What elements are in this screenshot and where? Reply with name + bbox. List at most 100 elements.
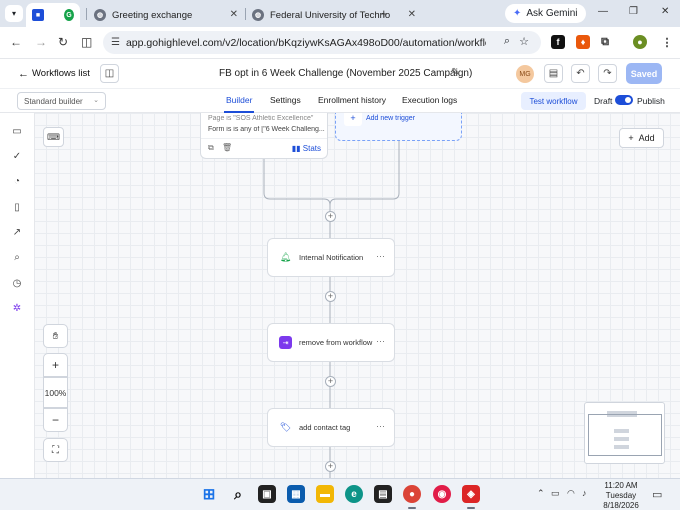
chevron-down-icon: ▾ (11, 9, 16, 18)
system-clock[interactable]: 11:20 AM Tuesday 8/18/2026 (603, 481, 639, 510)
minimap-viewport[interactable] (588, 414, 662, 456)
add-step-button[interactable]: + (325, 211, 336, 222)
extension-f-icon[interactable]: f (551, 35, 565, 49)
close-tab-icon[interactable]: ✕ (408, 9, 416, 20)
ask-gemini-button[interactable]: ✦ Ask Gemini (505, 4, 586, 23)
user-avatar[interactable]: MG (516, 65, 534, 83)
wifi-icon[interactable]: ◠ (567, 488, 575, 499)
ai-sparkle-icon[interactable]: ✲ (11, 302, 23, 314)
tab-execution-logs[interactable]: Execution logs (402, 95, 457, 105)
address-bar[interactable]: ☰ app.gohighlevel.com/v2/location/bKqziy… (103, 31, 541, 54)
fit-screen-icon: ⛶ (52, 444, 59, 456)
more-menu-icon[interactable]: ⋮ (660, 35, 674, 49)
stats-link[interactable]: ▮▮ Stats (292, 144, 321, 153)
add-step-button[interactable]: + (325, 291, 336, 302)
zoom-out-button[interactable]: − (43, 408, 68, 432)
history-icon[interactable]: ◔ (11, 175, 23, 187)
browser-tab-strip: ▾ ■ ✕ G ◍ Greeting exchange ✕ ◍ Federal … (0, 0, 680, 27)
tab-builder[interactable]: Builder (226, 95, 252, 105)
file-icon[interactable]: ▯ (11, 201, 23, 213)
redo-icon: ↷ (603, 68, 612, 79)
add-step-button[interactable]: + (325, 461, 336, 472)
document-icon: ▤ (548, 68, 559, 79)
tab-settings[interactable]: Settings (270, 95, 301, 105)
canvas-minimap[interactable] (584, 402, 665, 464)
more-options-icon[interactable]: ⋯ (376, 421, 385, 432)
save-button[interactable]: Saved (626, 63, 662, 84)
windows-start-icon[interactable]: ⊞ (200, 485, 218, 503)
chat-icon[interactable]: ▭ (11, 125, 23, 137)
bookmark-star-icon[interactable]: ☆ (519, 35, 529, 48)
trigger-card[interactable]: Page is "SOS Athletic Excellence" Form i… (200, 113, 328, 159)
widgets-icon[interactable]: ▦ (287, 485, 305, 503)
tray-chevron-icon[interactable]: ⌃ (537, 488, 545, 499)
extension-orange-icon[interactable]: ♦ (576, 35, 590, 49)
builder-type-select[interactable]: Standard builder ⌄ (17, 92, 106, 110)
url-text[interactable]: app.gohighlevel.com/v2/location/bKqziywK… (126, 37, 486, 49)
add-step-button[interactable]: + (325, 376, 336, 387)
action-add-contact-tag[interactable]: 🏷︎ add contact tag ⋯ (267, 408, 395, 447)
reload-icon[interactable]: ↻ (58, 35, 68, 49)
edge-icon[interactable]: e (345, 485, 363, 503)
publish-toggle[interactable] (615, 95, 633, 105)
bell-icon: 🔔︎ (279, 252, 292, 262)
action-internal-notification[interactable]: 🔔︎ Internal Notification ⋯ (267, 238, 395, 277)
close-tab-icon[interactable]: ✕ (230, 9, 238, 20)
external-link-icon[interactable]: ↗ (11, 226, 23, 238)
browser-tab-federal-university[interactable]: ◍ Federal University of Technolog ✕ (246, 3, 416, 27)
pan-tool-button[interactable]: ✋︎ (43, 324, 68, 348)
fit-view-button[interactable]: ⛶ (43, 438, 68, 462)
browser-tab-greeting[interactable]: ◍ Greeting exchange ✕ (88, 3, 244, 27)
notification-icon[interactable]: ▭ (652, 488, 662, 501)
zoom-in-button[interactable]: + (43, 353, 68, 377)
battery-icon[interactable]: ▭ (551, 488, 560, 499)
more-options-icon[interactable]: ⋯ (376, 251, 385, 262)
extensions-puzzle-icon[interactable]: ⧉ (598, 35, 612, 49)
back-arrow-icon[interactable]: ← (18, 68, 29, 80)
store-icon[interactable]: ▤ (374, 485, 392, 503)
clock-icon[interactable]: ◷ (11, 277, 23, 289)
trash-icon[interactable]: 🗑︎ (222, 143, 232, 152)
close-icon[interactable]: ✕ (661, 6, 669, 17)
file-explorer-icon[interactable]: ▬ (316, 485, 334, 503)
workflow-title[interactable]: FB opt in 6 Week Challenge (November 202… (219, 68, 472, 79)
profile-avatar[interactable]: ● (633, 35, 647, 49)
volume-icon[interactable]: ♪ (582, 488, 587, 498)
app-icon-a[interactable]: ◉ (433, 485, 451, 503)
tab-enrollment-history[interactable]: Enrollment history (318, 95, 386, 105)
action-remove-from-workflow[interactable]: ⇥ remove from workflow ⋯ (267, 323, 395, 362)
keyboard-shortcuts-button[interactable]: ⌨ (43, 127, 64, 147)
new-tab-button[interactable]: + (380, 6, 388, 21)
chrome-icon[interactable]: ● (403, 485, 421, 503)
search-icon[interactable]: ⌕ (229, 485, 247, 503)
bar-chart-icon: ▮▮ (291, 144, 301, 153)
green-g-icon: G (64, 9, 74, 21)
pencil-icon[interactable]: ✎ (451, 67, 459, 78)
add-new-trigger-card[interactable]: + Add new trigger (335, 113, 462, 141)
more-options-icon[interactable]: ⋯ (376, 336, 385, 347)
task-view-icon[interactable]: ▣ (258, 485, 276, 503)
notes-button[interactable]: ▤ (544, 64, 563, 83)
search-icon[interactable]: ⌕ (11, 251, 23, 263)
redo-button[interactable]: ↷ (598, 64, 617, 83)
tab-search-dropdown[interactable]: ▾ (5, 5, 23, 22)
forward-arrow-icon[interactable]: → (35, 35, 47, 49)
chevron-down-icon: ⌄ (93, 97, 99, 104)
site-info-icon[interactable]: ☰ (111, 37, 120, 48)
workflows-list-link[interactable]: Workflows list (32, 68, 90, 79)
browser-tab-g[interactable]: G (58, 3, 86, 27)
app-icon-b[interactable]: ◈ (462, 485, 480, 503)
copy-icon[interactable]: ⧉ (208, 143, 214, 152)
split-view-icon[interactable]: ◫ (81, 35, 92, 49)
undo-button[interactable]: ↶ (571, 64, 590, 83)
test-workflow-button[interactable]: Test workflow (521, 92, 586, 110)
workflow-subheader: Standard builder ⌄ Builder Settings Enro… (0, 88, 680, 113)
zoom-lens-icon[interactable]: ⌕ (504, 35, 510, 48)
add-button[interactable]: + Add (619, 128, 664, 148)
hand-icon: ✋︎ (52, 330, 59, 342)
sidebar-toggle-button[interactable]: ◫ (100, 64, 119, 83)
minimize-icon[interactable]: — (598, 6, 608, 17)
check-circle-icon[interactable]: ✓ (11, 150, 23, 162)
restore-icon[interactable]: ❐ (629, 6, 638, 17)
back-arrow-icon[interactable]: ← (10, 35, 22, 49)
